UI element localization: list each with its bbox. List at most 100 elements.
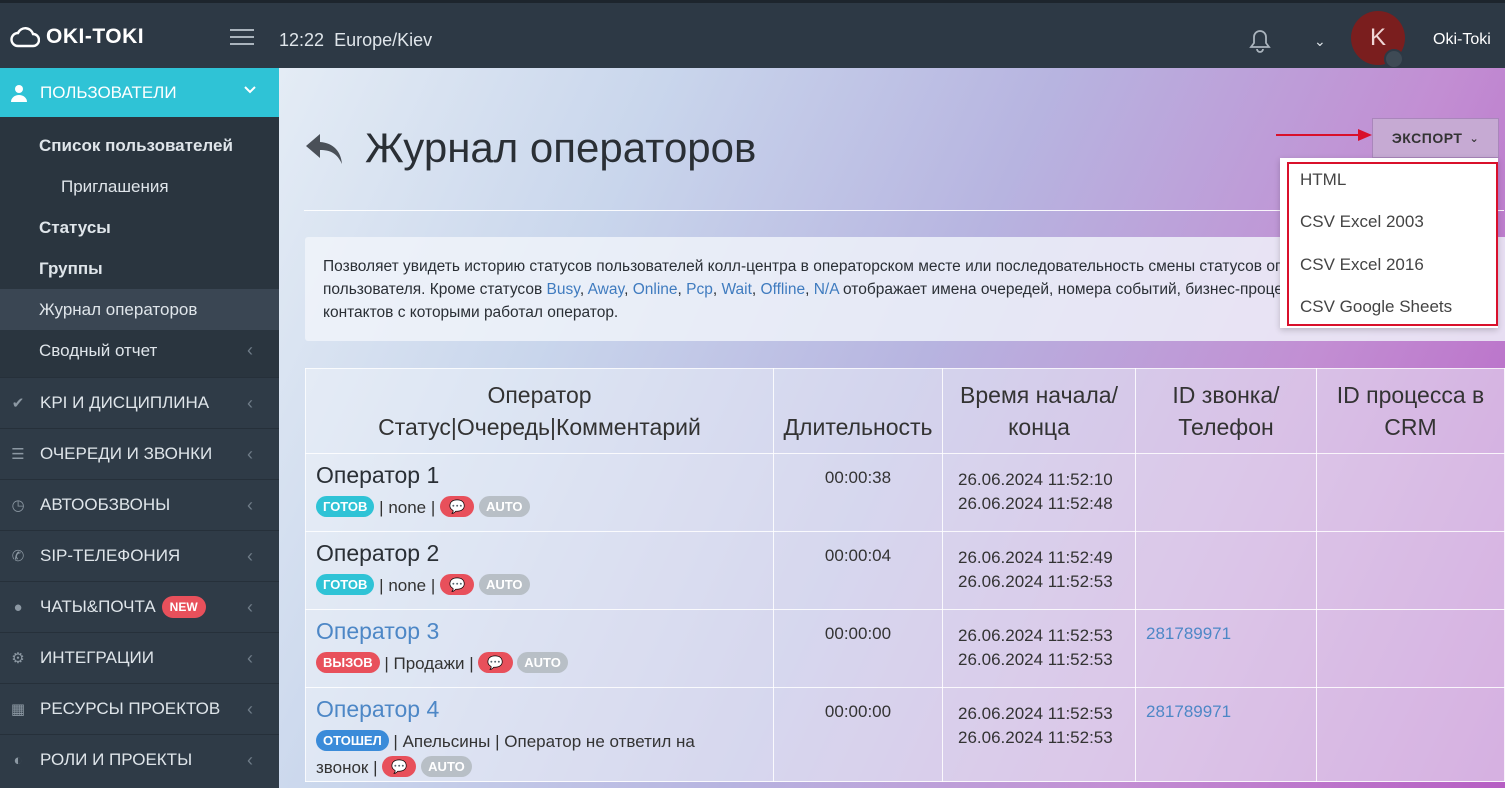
header-label: ID процесса в xyxy=(1336,382,1485,408)
chevron-down-icon xyxy=(244,86,256,94)
call-id-cell xyxy=(1135,531,1317,610)
chevron-left-icon: ‹ xyxy=(247,392,253,413)
sidebar-item-operator-log[interactable]: Журнал операторов xyxy=(0,289,279,330)
time-cell: 26.06.2024 11:52:53 26.06.2024 11:52:53 xyxy=(942,687,1136,782)
status-badge: ВЫЗОВ xyxy=(316,652,380,673)
start-time: 26.06.2024 11:52:53 xyxy=(958,704,1113,723)
chat-icon: ● xyxy=(13,598,23,616)
operator-cell: Оператор 3 ВЫЗОВ | Продажи | 💬 AUTO xyxy=(305,609,774,688)
cloud-icon xyxy=(10,27,40,48)
bell-icon[interactable] xyxy=(1249,29,1271,58)
sidebar-item-sip[interactable]: ✆ SIP-ТЕЛЕФОНИЯ ‹ xyxy=(0,530,279,581)
comment-icon[interactable]: 💬 xyxy=(440,574,475,595)
start-time: 26.06.2024 11:52:53 xyxy=(958,626,1113,645)
sidebar-item-user-list[interactable]: Список пользователей xyxy=(0,125,279,166)
sidebar-section-users[interactable]: ПОЛЬЗОВАТЕЛИ xyxy=(0,68,279,117)
status-link-away[interactable]: Away xyxy=(588,281,624,298)
call-id-link[interactable]: 281789971 xyxy=(1135,687,1317,782)
time: 12:22 xyxy=(279,30,325,50)
table-row: Оператор 4 ОТОШЕЛ | Апельсины | Оператор… xyxy=(305,687,1505,782)
header-label: ID звонка/ xyxy=(1172,382,1280,408)
menu-toggle-icon[interactable] xyxy=(230,29,254,47)
main-content: Журнал операторов ЭКСПОРТ ⌄ Позволяет ув… xyxy=(279,68,1505,788)
user-name[interactable]: Oki-Toki xyxy=(1433,31,1491,49)
duration-cell: 00:00:00 xyxy=(773,687,943,782)
header-sublabel: Статус|Очередь|Комментарий xyxy=(378,414,701,440)
table-header-row: Оператор Статус|Очередь|Комментарий Длите… xyxy=(305,368,1505,454)
export-option-csv-2003[interactable]: CSV Excel 2003 xyxy=(1300,212,1424,232)
chevron-left-icon: ‹ xyxy=(247,596,253,617)
comment-icon[interactable]: 💬 xyxy=(478,652,513,673)
comment-icon[interactable]: 💬 xyxy=(382,756,417,777)
status-link-busy[interactable]: Busy xyxy=(547,281,580,298)
new-badge: NEW xyxy=(161,596,206,618)
auto-badge: AUTO xyxy=(478,574,530,595)
sidebar-item-queues[interactable]: ☰ ОЧЕРЕДИ И ЗВОНКИ ‹ xyxy=(0,428,279,479)
user-icon xyxy=(11,84,27,102)
phone-icon: ✆ xyxy=(11,548,25,565)
col-duration[interactable]: Длительность xyxy=(773,368,943,454)
chevron-left-icon: ‹ xyxy=(247,443,253,464)
export-option-csv-2016[interactable]: CSV Excel 2016 xyxy=(1300,255,1424,275)
sidebar-item-autodial[interactable]: ◷ АВТООБЗВОНЫ ‹ xyxy=(0,479,279,530)
col-crm-id[interactable]: ID процесса в CRM xyxy=(1316,368,1505,454)
sidebar-item-label: KPI И ДИСЦИПЛИНА xyxy=(40,393,210,412)
col-call-id[interactable]: ID звонка/Телефон xyxy=(1135,368,1317,454)
duration-cell: 00:00:04 xyxy=(773,531,943,610)
logo[interactable]: OKI-TOKI xyxy=(10,25,144,49)
comment-icon[interactable]: 💬 xyxy=(440,496,475,517)
export-option-google-sheets[interactable]: CSV Google Sheets xyxy=(1300,297,1452,317)
end-time: 26.06.2024 11:52:53 xyxy=(958,650,1113,669)
export-button[interactable]: ЭКСПОРТ ⌄ xyxy=(1372,118,1499,158)
sidebar-item-roles[interactable]: ◐ РОЛИ И ПРОЕКТЫ ‹ xyxy=(0,734,279,785)
operator-name-link[interactable]: Оператор 3 xyxy=(316,618,773,645)
col-operator[interactable]: Оператор Статус|Очередь|Комментарий xyxy=(305,368,774,454)
sidebar-item-kpi[interactable]: ✔ KPI И ДИСЦИПЛИНА ‹ xyxy=(0,377,279,428)
duration-cell: 00:00:00 xyxy=(773,609,943,688)
avatar-initial: K xyxy=(1369,24,1386,51)
export-option-html[interactable]: HTML xyxy=(1300,170,1346,190)
header-label: Телефон xyxy=(1178,414,1274,440)
timezone: Europe/Kiev xyxy=(334,30,433,50)
time-cell: 26.06.2024 11:52:49 26.06.2024 11:52:53 xyxy=(942,531,1136,610)
status-link-wait[interactable]: Wait xyxy=(721,281,751,298)
sidebar-item-label: Сводный отчет xyxy=(39,340,158,360)
status-link-online[interactable]: Online xyxy=(633,281,678,298)
sidebar-item-invitations[interactable]: Приглашения xyxy=(0,166,279,207)
status-link-pcp[interactable]: Pcp xyxy=(686,281,713,298)
queue-name: Продажи xyxy=(393,654,465,673)
sidebar-item-summary-report[interactable]: Сводный отчет ‹ xyxy=(0,330,279,371)
export-label: ЭКСПОРТ xyxy=(1391,130,1463,146)
call-id-cell xyxy=(1135,453,1317,532)
crm-cell xyxy=(1316,453,1505,532)
crm-cell xyxy=(1316,531,1505,610)
chevron-left-icon: ‹ xyxy=(247,647,253,668)
end-time: 26.06.2024 11:52:53 xyxy=(958,728,1113,747)
time-cell: 26.06.2024 11:52:10 26.06.2024 11:52:48 xyxy=(942,453,1136,532)
info-text: пользователя. Кроме статусов xyxy=(323,281,547,298)
sidebar-item-label: Статусы xyxy=(39,217,111,237)
sidebar-item-integrations[interactable]: ⚙ ИНТЕГРАЦИИ ‹ xyxy=(0,632,279,683)
sidebar-item-chats[interactable]: ● ЧАТЫ&ПОЧТА NEW ‹ xyxy=(0,581,279,632)
col-time[interactable]: Время начала/конца xyxy=(942,368,1136,454)
chevron-down-icon[interactable]: ⌄ xyxy=(1314,33,1326,50)
header-label: Время начала/ xyxy=(960,382,1118,408)
chevron-down-icon: ⌄ xyxy=(1469,132,1480,145)
grid-icon: ▦ xyxy=(10,701,26,718)
status-badge: ОТОШЕЛ xyxy=(316,730,389,751)
sidebar-item-label: РОЛИ И ПРОЕКТЫ xyxy=(40,750,193,769)
header-label: CRM xyxy=(1384,414,1437,440)
sidebar-header-label: ПОЛЬЗОВАТЕЛИ xyxy=(40,82,177,102)
sidebar-item-groups[interactable]: Группы xyxy=(0,248,279,289)
sidebar-item-resources[interactable]: ▦ РЕСУРСЫ ПРОЕКТОВ ‹ xyxy=(0,683,279,734)
operator-name-link[interactable]: Оператор 4 xyxy=(316,696,773,723)
back-arrow-icon[interactable] xyxy=(304,132,346,168)
operator-name: Оператор 1 xyxy=(316,462,440,488)
sidebar: ПОЛЬЗОВАТЕЛИ Список пользователей Пригла… xyxy=(0,68,279,788)
call-id-link[interactable]: 281789971 xyxy=(1135,609,1317,688)
status-link-offline[interactable]: Offline xyxy=(761,281,806,298)
queue-name: Апельсины xyxy=(402,732,491,751)
status-link-na[interactable]: N/A xyxy=(814,281,839,298)
operator-cell: Оператор 4 ОТОШЕЛ | Апельсины | Оператор… xyxy=(305,687,774,782)
sidebar-item-statuses[interactable]: Статусы xyxy=(0,207,279,248)
